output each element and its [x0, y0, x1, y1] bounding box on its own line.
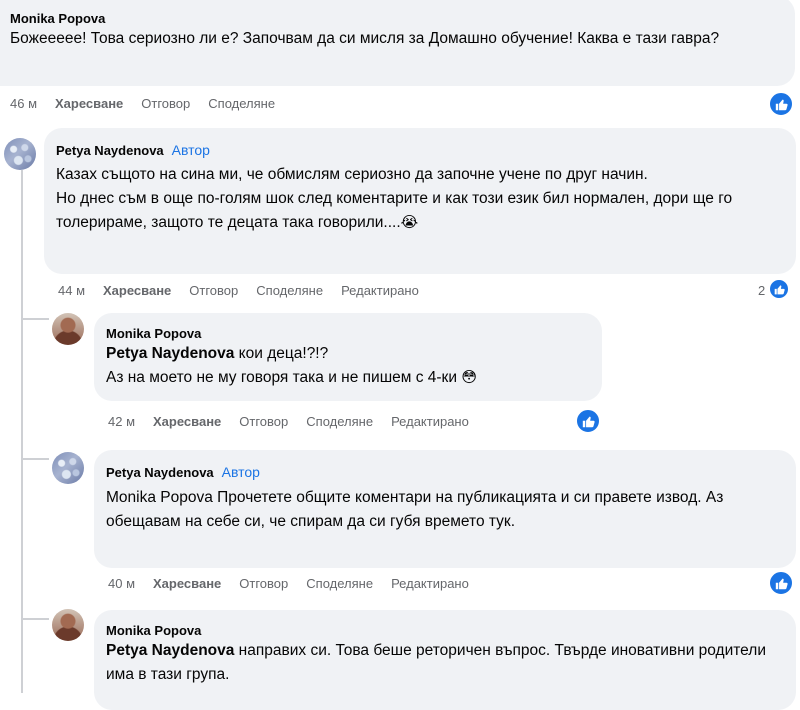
like-button[interactable]: Харесване: [153, 414, 221, 429]
comment-time[interactable]: 40 м: [108, 576, 135, 591]
comment-bubble: Monika Popova Petya Naydenova кои деца!?…: [94, 313, 602, 401]
reply-button[interactable]: Отговор: [141, 96, 190, 111]
comment-time[interactable]: 44 м: [58, 283, 85, 298]
comment-actions: 42 м Харесване Отговор Споделяне Редакти…: [108, 414, 487, 429]
reply-button[interactable]: Отговор: [239, 576, 288, 591]
comment-author[interactable]: Monika Popova: [10, 10, 783, 27]
comment-text: Божеееее! Това сериозно ли е? Започвам д…: [10, 30, 720, 47]
comment-author[interactable]: Petya Naydenova Автор: [56, 142, 784, 159]
comment-text: Petya Naydenova направих си. Това беше р…: [106, 642, 766, 683]
comment-bubble: Monika Popova Petya Naydenova направих с…: [94, 610, 796, 710]
comment-actions: 44 м Харесване Отговор Споделяне Редакти…: [58, 283, 437, 298]
share-button[interactable]: Споделяне: [256, 283, 323, 298]
like-button[interactable]: Харесване: [55, 96, 123, 111]
comment-author[interactable]: Petya Naydenova Автор: [106, 464, 784, 481]
comment-bubble: Petya Naydenova Автор Monika Popova Проч…: [94, 450, 796, 568]
author-badge: Автор: [221, 464, 260, 480]
comment-author[interactable]: Monika Popova: [106, 622, 784, 639]
share-button[interactable]: Споделяне: [306, 414, 373, 429]
comment-text: Казах същото на сина ми, че обмислям сер…: [56, 166, 733, 231]
comment-actions: 40 м Харесване Отговор Споделяне Редакти…: [108, 576, 487, 591]
avatar[interactable]: [52, 609, 84, 641]
share-button[interactable]: Споделяне: [208, 96, 275, 111]
crying-emoji-icon: 😭: [400, 214, 419, 231]
reply-button[interactable]: Отговор: [189, 283, 238, 298]
comment-time[interactable]: 46 м: [10, 96, 37, 111]
comment-text: Petya Naydenova кои деца!?!? Аз на моето…: [106, 345, 477, 386]
avatar[interactable]: [52, 313, 84, 345]
comment-time[interactable]: 42 м: [108, 414, 135, 429]
thumbs-up-icon[interactable]: [768, 278, 790, 300]
comment-text: Monika Popova Прочетете общите коментари…: [106, 489, 724, 530]
edited-label: Редактирано: [391, 414, 469, 429]
like-button[interactable]: Харесване: [153, 576, 221, 591]
comment-bubble: Petya Naydenova Автор Казах същото на си…: [44, 128, 796, 274]
reply-button[interactable]: Отговор: [239, 414, 288, 429]
edited-label: Редактирано: [391, 576, 469, 591]
flushed-emoji-icon: 😳: [461, 369, 477, 386]
share-button[interactable]: Споделяне: [306, 576, 373, 591]
thumbs-up-icon[interactable]: [768, 91, 794, 117]
like-button[interactable]: Харесване: [103, 283, 171, 298]
mention-link[interactable]: Petya Naydenova: [106, 642, 234, 659]
thread-line-branch-1: [21, 318, 49, 320]
comment-actions: 46 м Харесване Отговор Споделяне: [10, 96, 293, 111]
comment-bubble: Monika Popova Божеееее! Това сериозно ли…: [0, 0, 795, 86]
thumbs-up-icon[interactable]: [768, 570, 794, 596]
mention-link[interactable]: Petya Naydenova: [106, 345, 234, 362]
thread-line-main: [21, 170, 23, 693]
avatar[interactable]: [4, 138, 36, 170]
edited-label: Редактирано: [341, 283, 419, 298]
thread-line-branch-3: [21, 618, 49, 620]
reaction-count[interactable]: 2: [758, 283, 765, 298]
thumbs-up-icon[interactable]: [575, 408, 601, 434]
thread-line-branch-2: [21, 458, 49, 460]
author-badge: Автор: [171, 142, 210, 158]
avatar[interactable]: [52, 452, 84, 484]
comment-author[interactable]: Monika Popova: [106, 325, 590, 342]
